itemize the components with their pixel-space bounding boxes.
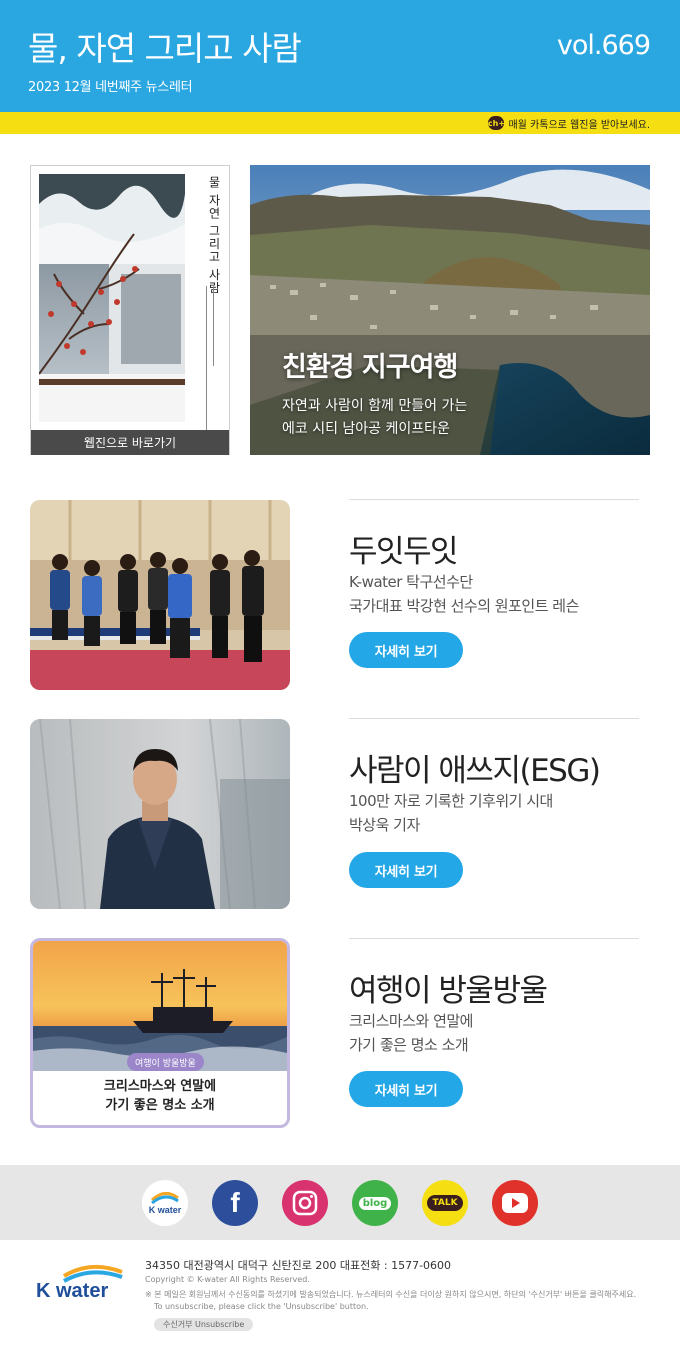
- kakao-channel-icon: ch+: [488, 116, 505, 130]
- article-description: K-water 탁구선수단 국가대표 박강현 선수의 원포인트 레슨: [349, 570, 579, 618]
- hero-desc-line2: 에코 시티 남아공 케이프타운: [282, 421, 450, 437]
- footer-notice-en: To unsubscribe, please click the 'Unsubs…: [154, 1302, 369, 1311]
- footer-notice: ※ 본 메일은 회원님께서 수신동의를 하셨기에 발송되었습니다. 뉴스레터의 …: [145, 1290, 637, 1299]
- article-description: 크리스마스와 연말에 가기 좋은 명소 소개: [349, 1009, 473, 1057]
- webzine-cover[interactable]: 물 자연 그리고 사람 웹진으로 바로가기: [30, 165, 230, 455]
- newsletter-title: 물, 자연 그리고 사람: [28, 29, 302, 68]
- footer-logo-label: K water: [36, 1280, 108, 1302]
- article-desc-line2: 가기 좋은 명소 소개: [349, 1036, 469, 1054]
- hero-description: 자연과 사람이 함께 만들어 가는 에코 시티 남아공 케이프타운: [282, 395, 467, 441]
- divider: [349, 938, 639, 939]
- unsubscribe-button[interactable]: 수신거부 Unsubscribe: [154, 1318, 254, 1331]
- blog-icon[interactable]: blog: [352, 1180, 398, 1226]
- article-description: 100만 자로 기록한 기후위기 시대 박상욱 기자: [349, 789, 553, 837]
- issue-date: 2023 12월 네번째주 뉴스레터: [28, 80, 193, 95]
- cover-fine-print: [203, 286, 221, 446]
- kwater-icon[interactable]: K water: [142, 1180, 188, 1226]
- footer-copyright: Copyright © K-water All Rights Reserved.: [145, 1275, 310, 1284]
- hero-desc-line1: 자연과 사람이 함께 만들어 가는: [282, 398, 468, 414]
- facebook-glyph: f: [230, 1187, 240, 1218]
- hero-banner[interactable]: 친환경 지구여행 자연과 사람이 함께 만들어 가는 에코 시티 남아공 케이프…: [250, 165, 650, 455]
- blog-label: blog: [358, 1196, 392, 1210]
- kakaotalk-icon[interactable]: TALK: [422, 1180, 468, 1226]
- newsletter-page: 물, 자연 그리고 사람 2023 12월 네번째주 뉴스레터 vol.669 …: [0, 0, 680, 1345]
- view-more-button[interactable]: 자세히 보기: [349, 852, 463, 888]
- divider: [349, 499, 639, 500]
- talk-label: TALK: [427, 1195, 463, 1211]
- facebook-icon[interactable]: f: [212, 1180, 258, 1226]
- article-desc-line1: 100만 자로 기록한 기후위기 시대: [349, 792, 553, 810]
- cover-vertical-title: 물 자연 그리고 사람: [207, 176, 221, 295]
- kwater-icon-label: K water: [149, 1205, 182, 1215]
- divider: [349, 718, 639, 719]
- sunset-ship-image: [33, 941, 287, 1071]
- article-title: 두잇두잇: [349, 534, 459, 570]
- article-desc-line2: 국가대표 박강현 선수의 원포인트 레슨: [349, 597, 579, 615]
- article-title: 사람이 애쓰지(ESG): [349, 753, 601, 789]
- travel-badge: 여행이 방울방울: [127, 1053, 204, 1071]
- youtube-icon[interactable]: [492, 1180, 538, 1226]
- travel-caption: 크리스마스와 연말에 가기 좋은 명소 소개: [103, 1079, 217, 1113]
- instagram-icon[interactable]: [282, 1180, 328, 1226]
- social-links: K water f blog TALK: [0, 1165, 680, 1240]
- kakao-notice: 매월 카톡으로 웹진을 받아보세요.: [508, 119, 650, 131]
- article-title: 여행이 방울방울: [349, 973, 548, 1009]
- webzine-link-button[interactable]: 웹진으로 바로가기: [31, 430, 229, 455]
- hero-title: 친환경 지구여행: [282, 352, 458, 383]
- header: 물, 자연 그리고 사람 2023 12월 네번째주 뉴스레터 vol.669: [0, 0, 680, 112]
- view-more-button[interactable]: 자세히 보기: [349, 1071, 463, 1107]
- article-desc-line2: 박상욱 기자: [349, 816, 420, 834]
- view-more-button[interactable]: 자세히 보기: [349, 632, 463, 668]
- volume-number: vol.669: [556, 30, 651, 61]
- reporter-photo[interactable]: [30, 719, 290, 909]
- article-desc-line1: 크리스마스와 연말에: [349, 1012, 473, 1030]
- kwater-logo: K water: [36, 1262, 126, 1304]
- table-tennis-photo[interactable]: [30, 500, 290, 690]
- cover-image: [39, 174, 185, 422]
- footer-address: 34350 대전광역시 대덕구 신탄진로 200 대표전화 : 1577-060…: [145, 1259, 452, 1272]
- article-desc-line1: K-water 탁구선수단: [349, 573, 473, 591]
- kakao-bar: ch+ 매월 카톡으로 웹진을 받아보세요.: [0, 112, 680, 134]
- travel-card[interactable]: 여행이 방울방울 크리스마스와 연말에 가기 좋은 명소 소개: [30, 938, 290, 1128]
- kakao-subscribe-link[interactable]: ch+ 매월 카톡으로 웹진을 받아보세요.: [488, 115, 650, 131]
